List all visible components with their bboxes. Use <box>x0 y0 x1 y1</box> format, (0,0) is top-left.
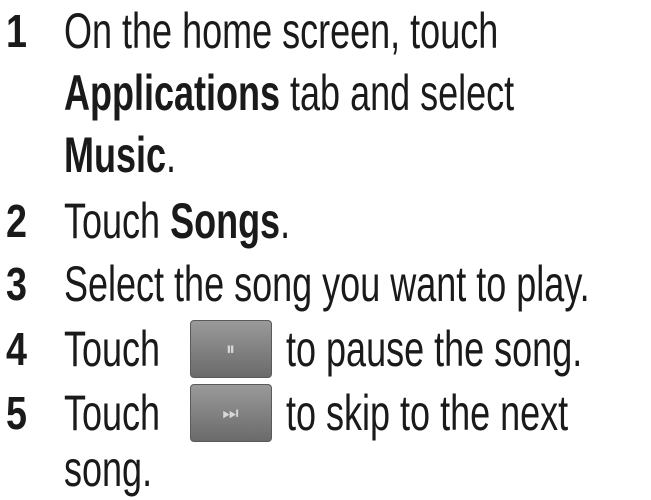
step-1-line-3: Music. <box>64 128 176 182</box>
step-text: song. <box>64 441 153 497</box>
skip-next-icon: ⏭ <box>190 384 272 442</box>
step-text: Touch <box>64 321 161 377</box>
step-text: to pause the song. <box>286 321 583 377</box>
step-5-before-icon: Touch <box>64 386 160 440</box>
step-text: Select the song you want to play. <box>64 256 590 312</box>
step-text: . <box>280 193 291 249</box>
step-1-line-2: Applications tab and select <box>64 66 514 120</box>
step-text: . <box>166 127 177 183</box>
step-number: 4 <box>6 323 27 375</box>
step-number: 1 <box>6 5 27 57</box>
music-app-label: Music <box>64 127 167 183</box>
step-4-before-icon: Touch <box>64 322 160 376</box>
step-4-after-icon: to pause the song. <box>286 322 582 376</box>
instruction-steps: 1 On the home screen, touch Applications… <box>0 0 651 500</box>
step-3-line-1: Select the song you want to play. <box>64 257 590 311</box>
step-text: Touch <box>64 385 161 441</box>
pause-glyph: ⏸ <box>226 338 236 360</box>
skip-next-glyph: ⏭ <box>222 402 240 424</box>
step-text: Touch <box>64 193 171 249</box>
step-number: 3 <box>6 258 27 310</box>
songs-label: Songs <box>170 193 281 249</box>
step-number: 5 <box>6 387 27 439</box>
step-2-line-1: Touch Songs. <box>64 194 290 248</box>
step-text: to skip to the next <box>286 385 569 441</box>
step-number: 2 <box>6 195 27 247</box>
step-1-line-1: On the home screen, touch <box>64 4 498 58</box>
step-5-after-icon: to skip to the next <box>286 386 568 440</box>
step-text: tab and select <box>280 65 515 121</box>
pause-icon: ⏸ <box>190 320 272 378</box>
applications-tab-label: Applications <box>64 65 281 121</box>
step-text: On the home screen, touch <box>64 3 499 59</box>
step-5-continuation: song. <box>64 442 152 496</box>
